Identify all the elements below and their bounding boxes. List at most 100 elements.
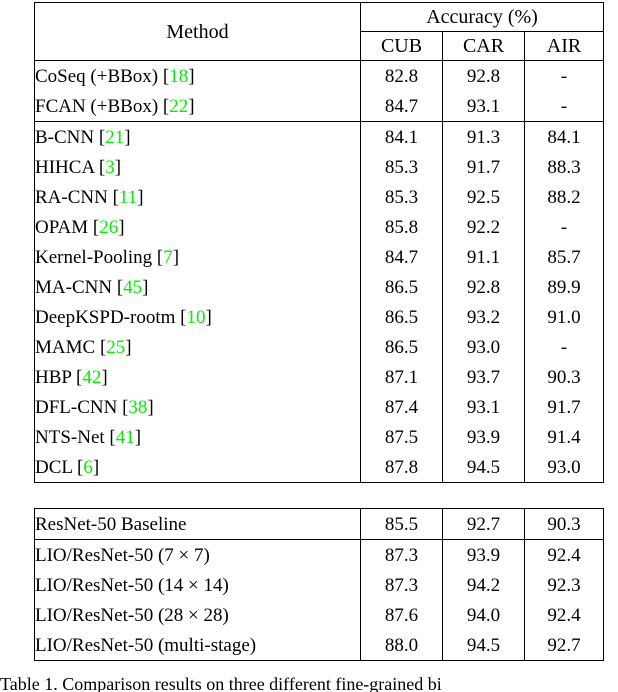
citation-link[interactable]: 10 <box>186 307 205 328</box>
citation-link[interactable]: 18 <box>169 66 188 87</box>
table-row: FCAN (+BBox) [22] 84.7 93.1- <box>34 91 604 122</box>
cell-method-name: B-CNN [21] <box>34 122 361 152</box>
table-header-group: Method Accuracy (%) CUB CAR AIR <box>34 2 604 61</box>
cell-accuracy-air: - <box>524 332 604 362</box>
cell-accuracy-air: 91.4 <box>524 422 604 452</box>
method-label: LIO/ResNet-50 (14 × 14) <box>35 574 229 596</box>
table-figure-page: Method Accuracy (%) CUB CAR AIR CoSeq (+… <box>0 0 618 692</box>
citation-link[interactable]: 41 <box>116 427 135 448</box>
cell-accuracy-car: 93.9 <box>442 540 525 570</box>
figure-caption-text: Table 1. Comparison results on three dif… <box>0 674 442 692</box>
cell-accuracy-air: - <box>524 212 604 242</box>
header-col-air: AIR <box>524 31 604 61</box>
citation-link[interactable]: 7 <box>163 247 173 268</box>
table-row: HBP [42] 87.1 93.7 90.3 <box>34 362 604 392</box>
method-label: CoSeq (+BBox) <box>35 65 159 87</box>
cell-accuracy-car: 91.1 <box>442 242 525 272</box>
citation-link[interactable]: 3 <box>105 157 115 178</box>
table-row: LIO/ResNet-50 (7 × 7) 87.3 93.9 92.4 <box>34 540 604 570</box>
cell-accuracy-cub: 84.7 <box>360 91 443 122</box>
cell-method-name: ResNet-50 Baseline <box>34 509 361 540</box>
cell-accuracy-car: 94.2 <box>442 570 525 600</box>
table-row: DCL [6] 87.8 94.5 93.0 <box>34 452 604 483</box>
citation-link[interactable]: 21 <box>105 127 124 148</box>
cell-accuracy-cub: 87.3 <box>360 570 443 600</box>
method-label: NTS-Net <box>35 426 105 448</box>
citation-link[interactable]: 42 <box>82 367 101 388</box>
group-separator-rule <box>34 660 604 661</box>
cell-accuracy-cub: 87.6 <box>360 600 443 630</box>
table-row: Kernel-Pooling [7] 84.7 91.1 85.7 <box>34 242 604 272</box>
cell-accuracy-car: 91.7 <box>442 152 525 182</box>
table-row: HIHCA [3] 85.3 91.7 88.3 <box>34 152 604 182</box>
cell-accuracy-car: 92.7 <box>442 509 525 540</box>
method-label: MAMC <box>35 336 96 358</box>
cell-accuracy-cub: 82.8 <box>360 60 443 91</box>
cell-accuracy-car: 92.8 <box>442 60 525 91</box>
cell-accuracy-cub: 88.0 <box>360 630 443 661</box>
group-separator-rule <box>34 482 604 483</box>
method-label: LIO/ResNet-50 (multi-stage) <box>35 634 257 656</box>
table-row: B-CNN [21] 84.1 91.3 84.1 <box>34 122 604 152</box>
table-body-upper: CoSeq (+BBox) [18] 82.8 92.8- FCAN (+BBox) … <box>34 60 604 483</box>
method-label: MA-CNN <box>35 276 113 298</box>
cell-accuracy-air: 88.3 <box>524 152 604 182</box>
table-row: MA-CNN [45] 86.5 92.8 89.9 <box>34 272 604 302</box>
table-row: RA-CNN [11] 85.3 92.5 88.2 <box>34 182 604 212</box>
citation-link[interactable]: 6 <box>83 457 93 478</box>
cell-method-name: LIO/ResNet-50 (7 × 7) <box>34 540 361 570</box>
cell-accuracy-car: 92.2 <box>442 212 525 242</box>
cell-accuracy-car: 92.8 <box>442 272 525 302</box>
cell-accuracy-air: 85.7 <box>524 242 604 272</box>
method-label: ResNet-50 Baseline <box>35 513 187 535</box>
cell-accuracy-air: 90.3 <box>524 362 604 392</box>
header-accuracy: Accuracy (%) <box>360 2 604 32</box>
header-row-top: Method Accuracy (%) <box>34 2 604 61</box>
cell-method-name: CoSeq (+BBox) [18] <box>34 60 361 91</box>
cell-accuracy-car: 91.3 <box>442 122 525 152</box>
citation-link[interactable]: 38 <box>128 397 147 418</box>
cell-accuracy-car: 94.5 <box>442 630 525 661</box>
method-label: LIO/ResNet-50 (7 × 7) <box>35 544 210 566</box>
citation-link[interactable]: 22 <box>169 96 188 117</box>
cell-method-name: LIO/ResNet-50 (multi-stage) <box>34 630 361 661</box>
cell-accuracy-air: 89.9 <box>524 272 604 302</box>
table-row: LIO/ResNet-50 (14 × 14) 87.3 94.2 92.3 <box>34 570 604 600</box>
cell-accuracy-air: 91.7 <box>524 392 604 422</box>
cell-method-name: MAMC [25] <box>34 332 361 362</box>
header-col-car: CAR <box>442 31 525 61</box>
cell-accuracy-cub: 85.5 <box>360 509 443 540</box>
cell-accuracy-air: 92.3 <box>524 570 604 600</box>
table-row: LIO/ResNet-50 (multi-stage) 88.0 94.5 92.7 <box>34 630 604 661</box>
comparison-table-lower: ResNet-50 Baseline 85.5 92.7 90.3 LIO/ResNet… <box>34 508 604 661</box>
citation-link[interactable]: 45 <box>123 277 142 298</box>
cell-accuracy-cub: 85.3 <box>360 152 443 182</box>
cell-accuracy-air: 91.0 <box>524 302 604 332</box>
cell-accuracy-car: 93.7 <box>442 362 525 392</box>
table-body-lower: ResNet-50 Baseline 85.5 92.7 90.3 LIO/ResNet… <box>34 508 604 661</box>
cell-accuracy-air: 92.4 <box>524 600 604 630</box>
table-row: DFL-CNN [38] 87.4 93.1 91.7 <box>34 392 604 422</box>
citation-link[interactable]: 25 <box>106 337 125 358</box>
cell-accuracy-cub: 87.4 <box>360 392 443 422</box>
method-label: B-CNN <box>35 126 95 148</box>
method-label: DCL <box>35 456 73 478</box>
cell-accuracy-air: 93.0 <box>524 452 604 483</box>
cell-accuracy-car: 93.9 <box>442 422 525 452</box>
method-label: OPAM <box>35 216 89 238</box>
cell-method-name: OPAM [26] <box>34 212 361 242</box>
table-row: MAMC [25] 86.5 93.0- <box>34 332 604 362</box>
cell-accuracy-cub: 86.5 <box>360 302 443 332</box>
method-label: HIHCA <box>35 156 95 178</box>
cell-accuracy-car: 92.5 <box>442 182 525 212</box>
citation-link[interactable]: 26 <box>99 217 118 238</box>
cell-accuracy-air: 92.4 <box>524 540 604 570</box>
cell-accuracy-cub: 87.1 <box>360 362 443 392</box>
method-label: LIO/ResNet-50 (28 × 28) <box>35 604 229 626</box>
table-row: DeepKSPD-rootm [10] 86.5 93.2 91.0 <box>34 302 604 332</box>
cell-accuracy-cub: 85.8 <box>360 212 443 242</box>
cell-accuracy-air: - <box>524 91 604 122</box>
cell-method-name: HIHCA [3] <box>34 152 361 182</box>
citation-link[interactable]: 11 <box>119 187 137 208</box>
cell-accuracy-air: 88.2 <box>524 182 604 212</box>
